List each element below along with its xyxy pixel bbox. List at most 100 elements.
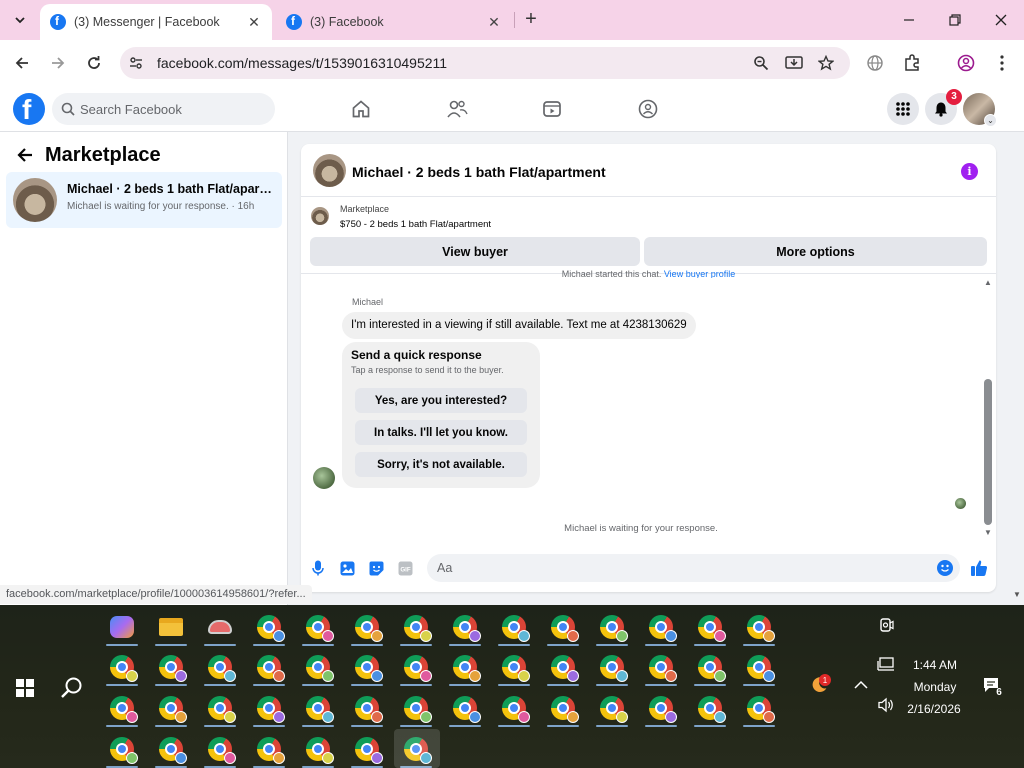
- chrome-app-icon[interactable]: [691, 608, 729, 646]
- file-explorer-app-icon[interactable]: [152, 608, 190, 646]
- chrome-app-icon[interactable]: [201, 648, 239, 686]
- sender-avatar[interactable]: [313, 467, 335, 489]
- quick-response-not-available[interactable]: Sorry, it's not available.: [355, 452, 527, 477]
- clock-day[interactable]: Monday: [900, 680, 970, 694]
- nav-groups[interactable]: [636, 97, 660, 121]
- new-tab-button[interactable]: +: [520, 9, 542, 31]
- tab-close-icon[interactable]: ✕: [244, 12, 264, 32]
- chrome-app-icon[interactable]: [299, 648, 337, 686]
- back-button[interactable]: [10, 51, 34, 75]
- search-input[interactable]: [80, 93, 270, 125]
- copilot-app-icon[interactable]: [103, 608, 141, 646]
- chrome-app-icon[interactable]: [103, 689, 141, 727]
- chrome-app-icon[interactable]: [740, 689, 778, 727]
- chrome-app-icon[interactable]: [299, 608, 337, 646]
- chrome-app-icon[interactable]: [642, 648, 680, 686]
- nav-friends[interactable]: [445, 97, 469, 121]
- info-icon[interactable]: i: [961, 163, 978, 180]
- facebook-search[interactable]: [52, 93, 275, 125]
- chrome-app-icon[interactable]: [348, 730, 386, 768]
- translate-icon[interactable]: [864, 52, 886, 74]
- chrome-app-icon[interactable]: [397, 689, 435, 727]
- voice-clip-button[interactable]: [310, 560, 326, 576]
- chevron-down-icon[interactable]: ⌄: [984, 114, 997, 127]
- meet-now-icon[interactable]: [877, 616, 895, 634]
- chrome-app-icon[interactable]: [495, 648, 533, 686]
- message-input[interactable]: [437, 554, 917, 582]
- chrome-app-icon[interactable]: [103, 648, 141, 686]
- tab-close-icon[interactable]: ✕: [484, 12, 504, 32]
- more-options-button[interactable]: More options: [644, 237, 987, 266]
- message-composer[interactable]: [427, 554, 960, 582]
- emoji-icon[interactable]: [937, 560, 953, 576]
- minimize-button[interactable]: [895, 6, 923, 34]
- chrome-app-icon[interactable]: [544, 689, 582, 727]
- chrome-app-icon[interactable]: [348, 608, 386, 646]
- menu-button[interactable]: [887, 93, 919, 125]
- chrome-app-icon[interactable]: [250, 730, 288, 768]
- nav-home[interactable]: [349, 97, 373, 121]
- tab-search-button[interactable]: [8, 9, 32, 31]
- chrome-app-icon[interactable]: [299, 730, 337, 768]
- chrome-app-icon[interactable]: [593, 689, 631, 727]
- chrome-app-icon[interactable]: [495, 608, 533, 646]
- volume-icon[interactable]: [877, 696, 895, 714]
- chrome-app-icon[interactable]: [446, 648, 484, 686]
- tab-facebook[interactable]: (3) Facebook ✕: [276, 4, 512, 40]
- zoom-icon[interactable]: [751, 53, 771, 73]
- chrome-app-icon[interactable]: [446, 689, 484, 727]
- gif-button[interactable]: GIF: [397, 560, 413, 576]
- clock-time[interactable]: 1:44 AM: [900, 658, 970, 672]
- quick-response-in-talks[interactable]: In talks. I'll let you know.: [355, 420, 527, 445]
- view-buyer-profile-link[interactable]: View buyer profile: [664, 270, 735, 278]
- windows-start-icon[interactable]: [16, 679, 34, 697]
- chrome-app-icon[interactable]: [299, 689, 337, 727]
- chrome-app-icon[interactable]: [103, 730, 141, 768]
- tab-messenger[interactable]: (3) Messenger | Facebook ✕: [40, 4, 272, 40]
- restore-button[interactable]: [941, 6, 969, 34]
- facebook-logo-icon[interactable]: f: [13, 93, 45, 125]
- chrome-app-icon[interactable]: [348, 648, 386, 686]
- snipping-app-icon[interactable]: [201, 608, 239, 646]
- browser-menu-icon[interactable]: [991, 52, 1013, 74]
- forward-button[interactable]: [46, 51, 70, 75]
- reload-button[interactable]: [82, 51, 106, 75]
- chrome-app-icon[interactable]: [495, 689, 533, 727]
- chrome-app-icon[interactable]: [544, 648, 582, 686]
- view-buyer-button[interactable]: View buyer: [310, 237, 640, 266]
- scroll-down-icon[interactable]: ▼: [983, 528, 993, 538]
- chrome-app-icon[interactable]: [397, 648, 435, 686]
- attach-photo-button[interactable]: [339, 560, 355, 576]
- extensions-icon[interactable]: [901, 52, 923, 74]
- nav-watch[interactable]: [540, 97, 564, 121]
- chrome-app-icon[interactable]: [152, 648, 190, 686]
- address-bar[interactable]: facebook.com/messages/t/1539016310495211: [120, 47, 850, 79]
- chrome-app-icon[interactable]: [250, 608, 288, 646]
- chevron-up-icon[interactable]: [852, 676, 870, 694]
- search-icon[interactable]: [60, 676, 84, 700]
- back-button[interactable]: [14, 144, 36, 166]
- chrome-app-icon[interactable]: [250, 648, 288, 686]
- chrome-app-icon[interactable]: [201, 730, 239, 768]
- profile-icon[interactable]: [955, 52, 977, 74]
- listing-thumbnail[interactable]: [313, 154, 346, 187]
- like-button[interactable]: [969, 558, 989, 578]
- scroll-up-icon[interactable]: ▲: [983, 278, 993, 288]
- clock-date[interactable]: 2/16/2026: [896, 702, 972, 716]
- chrome-app-icon[interactable]: [348, 689, 386, 727]
- chrome-app-icon[interactable]: [691, 648, 729, 686]
- chrome-app-icon[interactable]: [152, 689, 190, 727]
- chrome-app-icon[interactable]: [397, 608, 435, 646]
- site-info-icon[interactable]: [126, 53, 146, 73]
- network-icon[interactable]: [877, 656, 895, 674]
- page-scroll-down-icon[interactable]: ▼: [1012, 590, 1022, 600]
- chrome-app-icon[interactable]: [201, 689, 239, 727]
- conversation-item[interactable]: Michael · 2 beds 1 bath Flat/apart... Mi…: [6, 172, 282, 228]
- bookmark-star-icon[interactable]: [816, 53, 836, 73]
- chrome-app-icon[interactable]: [691, 689, 729, 727]
- scrollbar-thumb[interactable]: [984, 379, 992, 525]
- chrome-app-icon[interactable]: [446, 608, 484, 646]
- chrome-app-icon[interactable]: [250, 689, 288, 727]
- close-window-button[interactable]: [987, 6, 1015, 34]
- chrome-app-icon[interactable]: [642, 608, 680, 646]
